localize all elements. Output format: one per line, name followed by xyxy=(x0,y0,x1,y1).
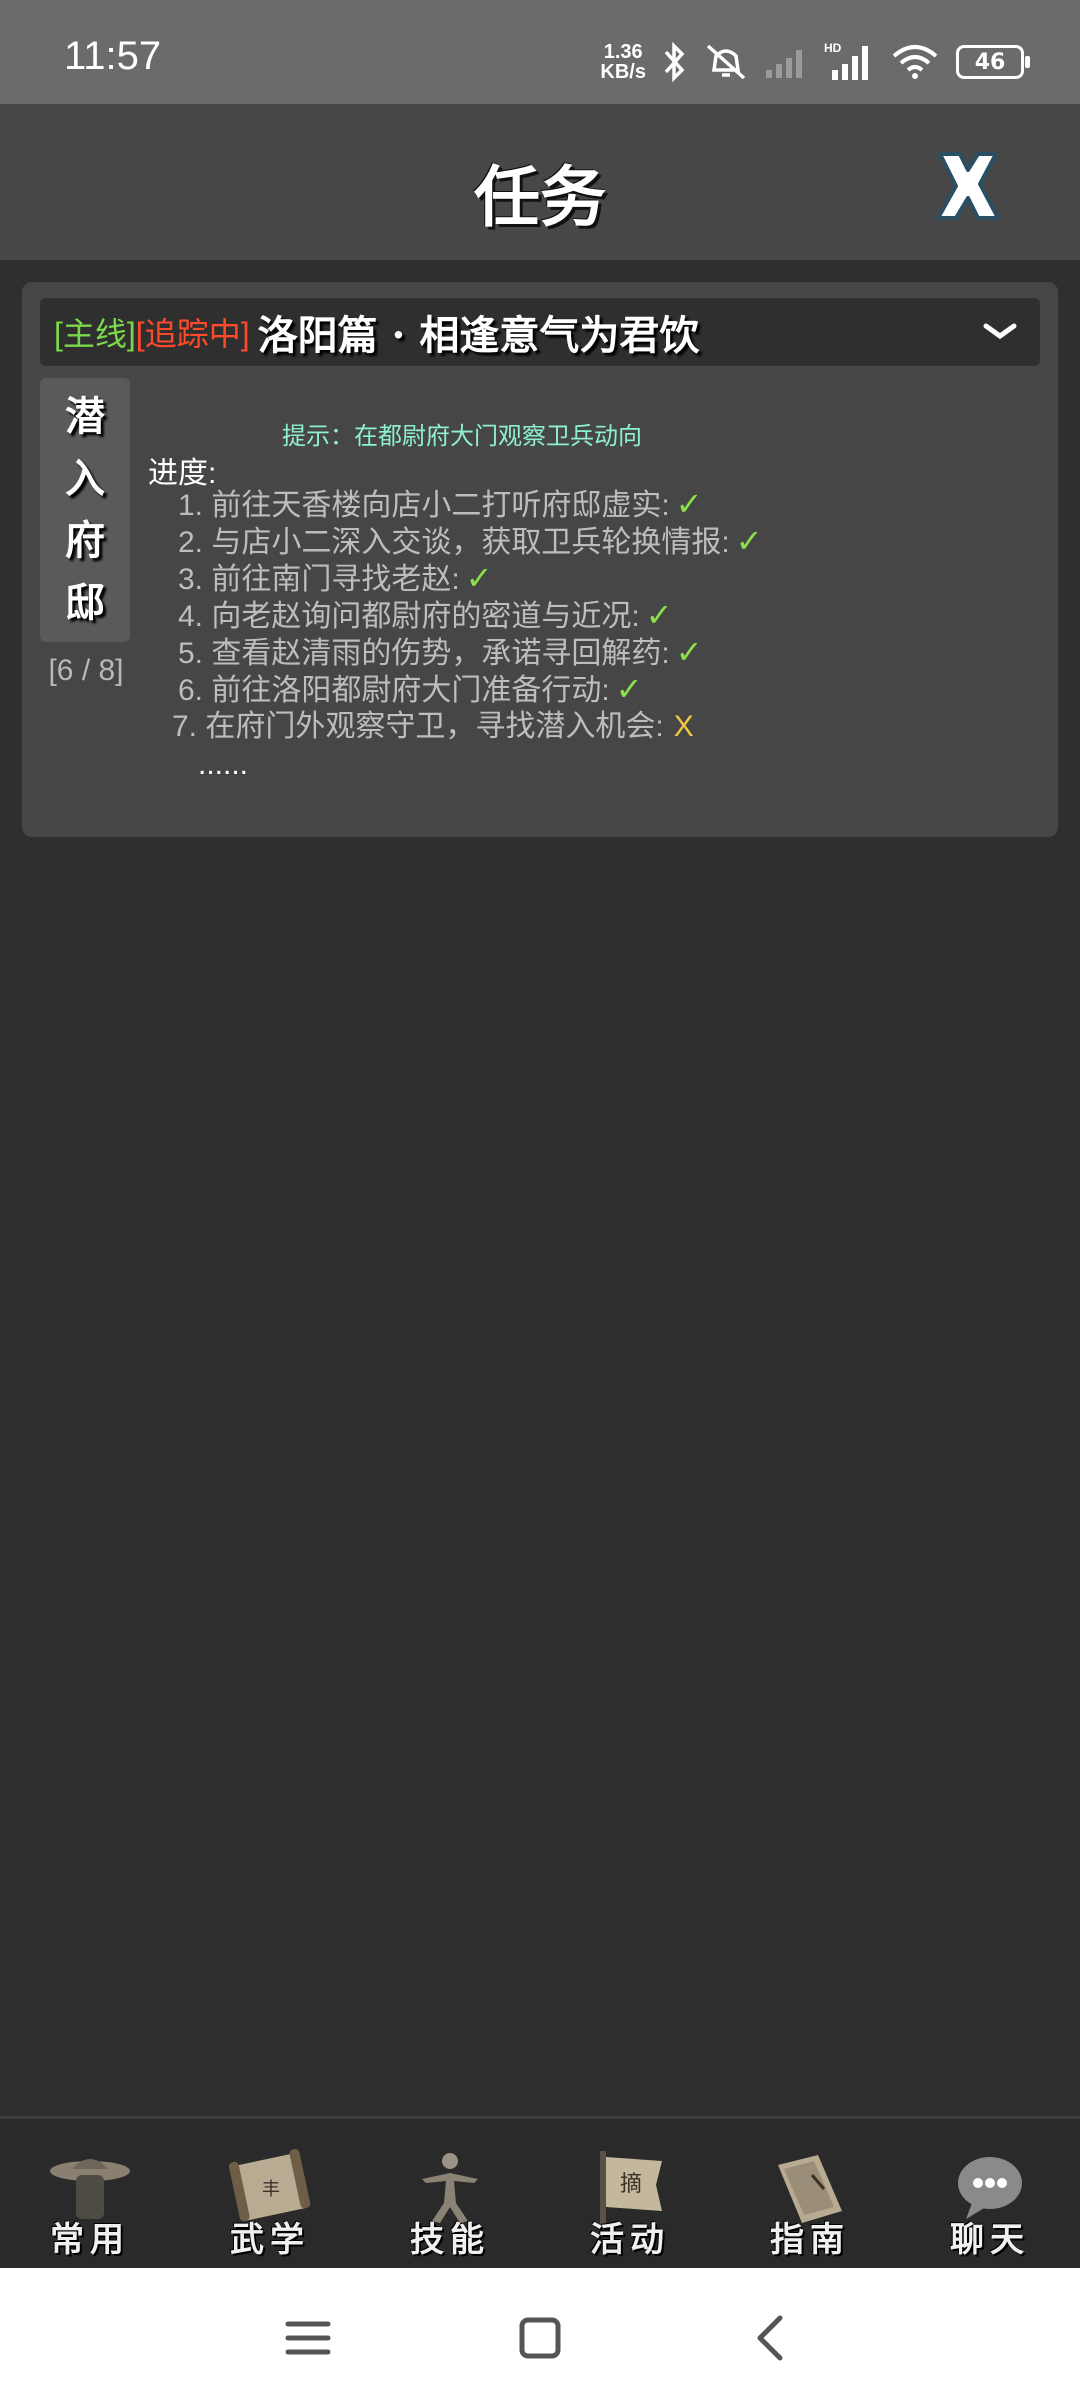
stage-name-char: 府 xyxy=(65,517,105,564)
more-steps-ellipsis: ...... xyxy=(198,748,249,781)
mute-vibrate-icon xyxy=(706,44,746,80)
nav-item-chat[interactable]: 聊天 xyxy=(910,2123,1070,2271)
nav-label: 武学 xyxy=(230,2220,310,2260)
main-quest-tag: [主线] xyxy=(54,316,136,352)
stage-count: [6 / 8] xyxy=(48,654,124,687)
tracking-tag: [追踪中] xyxy=(135,316,250,352)
check-icon: ✓ xyxy=(645,597,673,633)
status-icons: 1.36 KB/s HD 46 xyxy=(600,38,1030,86)
quest-step: 2. 与店小二深入交谈，获取卫兵轮换情报: ✓ xyxy=(178,523,763,559)
chevron-down-icon[interactable] xyxy=(982,314,1018,350)
quest-title: 洛阳篇 · 相逢意气为君饮 xyxy=(257,312,700,359)
menu-icon[interactable] xyxy=(278,2308,338,2368)
pending-icon: X xyxy=(673,710,694,743)
nav-label: 常用 xyxy=(50,2220,130,2260)
quest-panel: [主线] [追踪中] 洛阳篇 · 相逢意气为君饮 潜 入 府 邸 [6 / 8]… xyxy=(22,282,1058,837)
quest-steps-list: 1. 前往天香楼向店小二打听府邸虚实: ✓ 2. 与店小二深入交谈，获取卫兵轮换情… xyxy=(172,486,763,745)
stage-name-char: 入 xyxy=(65,455,105,502)
nav-item-common[interactable]: 常用 xyxy=(10,2123,170,2271)
system-nav-bar xyxy=(0,2268,1080,2400)
close-icon[interactable] xyxy=(932,148,1004,224)
svg-text:丰: 丰 xyxy=(262,2179,280,2200)
nav-item-guide[interactable]: 指南 xyxy=(730,2123,890,2271)
network-speed: 1.36 KB/s xyxy=(600,41,646,83)
quest-header[interactable]: [主线] [追踪中] 洛阳篇 · 相逢意气为君饮 xyxy=(40,298,1040,366)
nav-label: 指南 xyxy=(770,2220,850,2260)
check-icon: ✓ xyxy=(615,671,643,707)
quest-step: 1. 前往天香楼向店小二打听府邸虚实: ✓ xyxy=(178,486,703,522)
check-icon: ✓ xyxy=(735,523,763,559)
nav-item-skills[interactable]: 技能 xyxy=(370,2123,530,2271)
nav-label: 活动 xyxy=(590,2220,670,2260)
quest-step: 7. 在府门外观察守卫，寻找潜入机会: X xyxy=(172,710,694,743)
stage-name-char: 潜 xyxy=(65,393,105,440)
battery-icon: 46 xyxy=(956,45,1030,79)
page-title: 任务 xyxy=(474,158,606,236)
status-time: 11:57 xyxy=(64,34,162,78)
check-icon: ✓ xyxy=(675,486,703,522)
header: 任务 xyxy=(0,104,1080,260)
nav-item-martial-arts[interactable]: 丰 武学 xyxy=(190,2123,350,2271)
signal-hd-icon: HD xyxy=(824,41,868,80)
stage-name-char: 邸 xyxy=(65,579,105,626)
quest-hint: 提示：在都尉府大门观察卫兵动向 xyxy=(282,423,642,450)
wifi-icon xyxy=(892,45,938,79)
nav-label: 技能 xyxy=(410,2220,490,2260)
svg-text:HD: HD xyxy=(824,41,842,55)
svg-text:摘: 摘 xyxy=(620,2172,642,2197)
back-icon[interactable] xyxy=(742,2308,802,2368)
stage-name-box: 潜 入 府 邸 xyxy=(40,378,130,642)
quest-step: 5. 查看赵清雨的伤势，承诺寻回解药: ✓ xyxy=(178,634,703,670)
quest-step: 4. 向老赵询问都尉府的密道与近况: ✓ xyxy=(178,597,673,633)
check-icon: ✓ xyxy=(675,634,703,670)
bluetooth-icon xyxy=(664,42,685,82)
nav-label: 聊天 xyxy=(950,2220,1030,2260)
quest-step: 6. 前往洛阳都尉府大门准备行动: ✓ xyxy=(178,671,643,707)
signal-weak-icon xyxy=(766,50,802,78)
check-icon: ✓ xyxy=(465,560,493,596)
quest-step: 3. 前往南门寻找老赵: ✓ xyxy=(178,560,493,596)
bottom-nav: 常用 丰 武学 技能 摘 活动 指南 聊天 xyxy=(0,2116,1080,2271)
home-icon[interactable] xyxy=(510,2308,570,2368)
status-bar: 11:57 1.36 KB/s HD 46 xyxy=(0,0,1080,104)
nav-item-events[interactable]: 摘 活动 xyxy=(550,2123,710,2271)
